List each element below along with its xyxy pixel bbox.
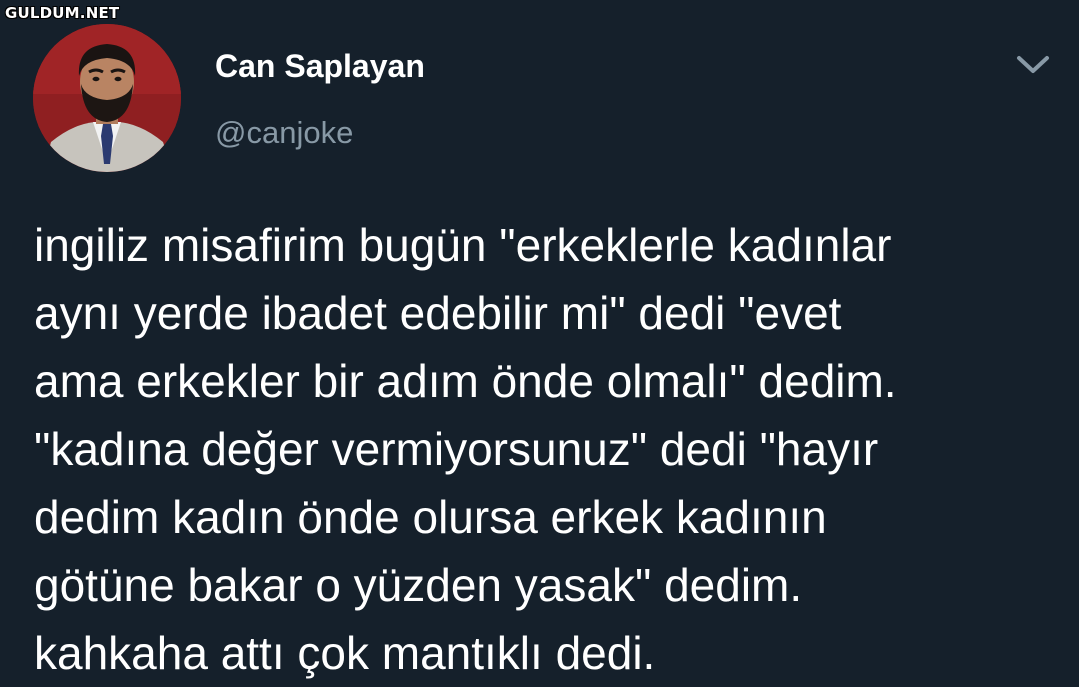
tweet-text-line: ama erkekler bir adım önde olmalı" dedim… — [34, 355, 897, 407]
author-handle[interactable]: @canjoke — [215, 115, 353, 151]
chevron-down-icon[interactable] — [1013, 50, 1053, 80]
tweet-text-line: dedim kadın önde olursa erkek kadının — [34, 491, 827, 543]
tweet-text-line: "kadına değer vermiyorsunuz" dedi "hayır — [34, 423, 879, 475]
avatar[interactable] — [33, 24, 181, 172]
tweet-text-line: aynı yerde ibadet edebilir mi" dedi "eve… — [34, 287, 842, 339]
author-display-name[interactable]: Can Saplayan — [215, 48, 425, 85]
tweet-text: ingiliz misafirim bugün "erkeklerle kadı… — [34, 211, 1054, 687]
tweet-text-line: ingiliz misafirim bugün "erkeklerle kadı… — [34, 219, 892, 271]
tweet-text-line: götüne bakar o yüzden yasak" dedim. — [34, 559, 803, 611]
site-watermark: GULDUM.NET — [5, 4, 120, 22]
avatar-photo-icon — [33, 24, 181, 172]
tweet-text-line: kahkaha attı çok mantıklı dedi. — [34, 627, 656, 679]
